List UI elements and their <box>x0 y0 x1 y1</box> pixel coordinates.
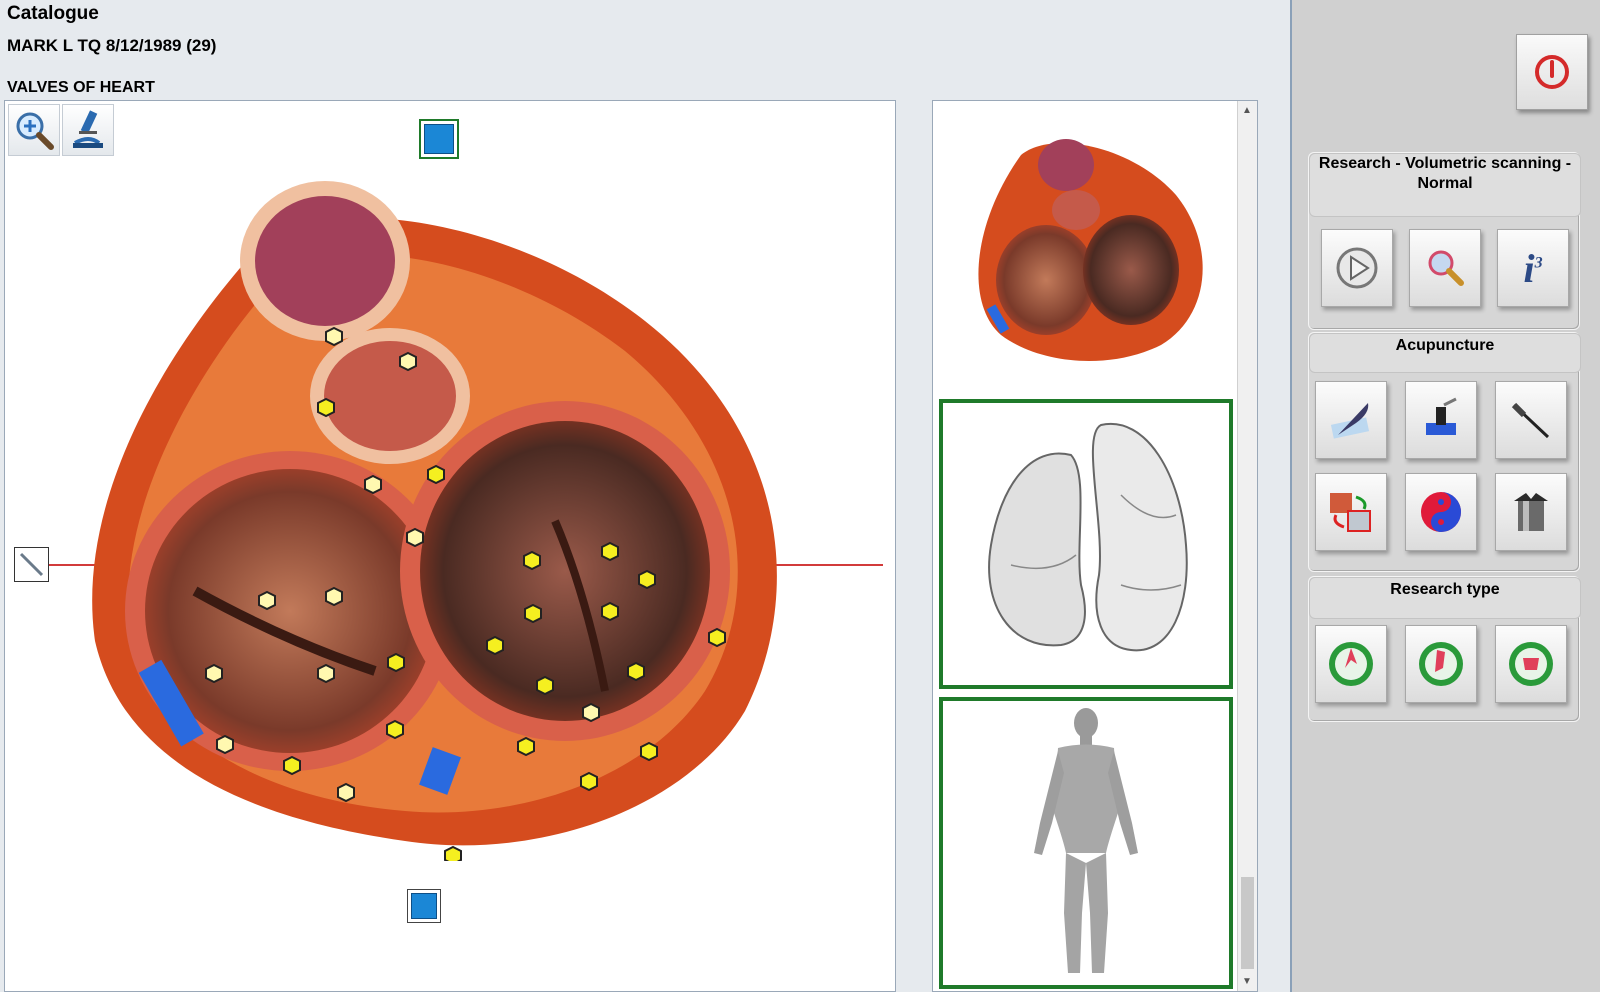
research-type-3-button[interactable] <box>1495 625 1567 703</box>
patient-info: MARK L TQ 8/12/1989 (29) <box>7 36 217 55</box>
scroll-up-icon[interactable]: ▲ <box>1242 105 1252 116</box>
acupuncture-label: Acupuncture <box>1309 333 1581 373</box>
cupping-icon <box>1514 493 1548 531</box>
rotate-left-button[interactable] <box>419 119 459 159</box>
rotate-right-icon <box>411 893 437 919</box>
right-control-panel: Research - Volumetric scanning - Normal … <box>1290 0 1600 992</box>
info-icon: i3 <box>1523 245 1543 291</box>
thumbnail-lungs[interactable] <box>939 399 1233 689</box>
acupuncture-needle-button[interactable] <box>1495 381 1567 459</box>
power-icon <box>1535 55 1569 89</box>
thumbnail-heart[interactable] <box>939 107 1233 389</box>
human-body-thumbnail-image <box>1034 708 1138 973</box>
play-icon <box>1336 247 1378 289</box>
acupuncture-cup-button[interactable] <box>1495 473 1567 551</box>
section-title: VALVES OF HEART <box>7 79 155 96</box>
acupuncture-stamp-button[interactable] <box>1405 381 1477 459</box>
lungs-thumbnail-image <box>988 422 1188 652</box>
transfer-icon <box>1330 493 1371 532</box>
pen-icon <box>19 552 44 577</box>
scroll-thumb[interactable] <box>1241 877 1254 969</box>
heart-thumbnail-image <box>978 139 1203 362</box>
needle-icon <box>1511 402 1550 439</box>
scroll-down-icon[interactable]: ▼ <box>1242 976 1252 987</box>
acupuncture-yinyang-button[interactable] <box>1405 473 1477 551</box>
research-type-group: Research type <box>1308 576 1581 722</box>
research-group: Research - Volumetric scanning - Normal … <box>1308 152 1581 330</box>
target-icon <box>1419 642 1463 686</box>
research-mode-label: Research - Volumetric scanning - Normal <box>1309 153 1581 217</box>
acupuncture-transfer-button[interactable] <box>1315 473 1387 551</box>
research-type-2-button[interactable] <box>1405 625 1477 703</box>
target-icon <box>1509 642 1553 686</box>
rotate-right-button[interactable] <box>407 889 441 923</box>
play-button[interactable] <box>1321 229 1393 307</box>
scan-magnifier-button[interactable] <box>1409 229 1481 307</box>
yin-yang-icon <box>1421 492 1461 532</box>
power-button[interactable] <box>1516 34 1588 110</box>
app-title: Catalogue <box>7 3 99 24</box>
research-type-label: Research type <box>1309 577 1581 619</box>
research-type-1-button[interactable] <box>1315 625 1387 703</box>
microscope-icon <box>73 110 103 148</box>
rotate-left-icon <box>424 124 454 154</box>
thumbnail-scrollbar[interactable]: ▲ ▼ <box>1237 101 1257 991</box>
acupuncture-group: Acupuncture <box>1308 332 1581 572</box>
target-icon <box>1329 642 1373 686</box>
stamp-icon <box>1426 397 1457 435</box>
info-button[interactable]: i3 <box>1497 229 1569 307</box>
thumbnail-panel[interactable]: ▲ ▼ <box>932 100 1258 992</box>
magnifier-icon <box>16 112 54 150</box>
acupuncture-quill-button[interactable] <box>1315 381 1387 459</box>
microscope-button[interactable] <box>62 104 114 156</box>
quill-icon <box>1330 403 1370 439</box>
zoom-button[interactable] <box>8 104 60 156</box>
thumbnail-body[interactable] <box>939 697 1233 989</box>
heart-valves-image <box>92 181 777 861</box>
magnifier-icon <box>1428 250 1464 286</box>
slice-handle[interactable] <box>14 547 49 582</box>
main-viewer[interactable] <box>4 100 896 992</box>
